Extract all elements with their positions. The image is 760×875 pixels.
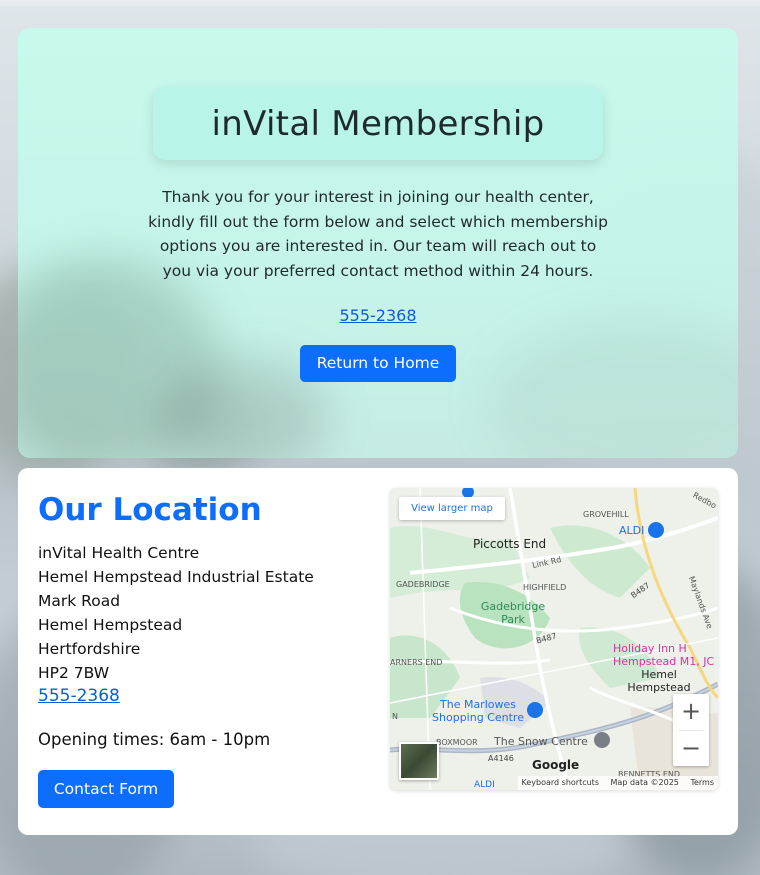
map-label: ALDI [619, 524, 645, 537]
keyboard-shortcuts-link[interactable]: Keyboard shortcuts [522, 778, 599, 787]
google-logo: Google [532, 758, 580, 772]
hero-phone-link[interactable]: 555-2368 [339, 306, 416, 325]
address-line: HP2 7BW [38, 664, 110, 682]
embedded-map[interactable]: GROVEHILL Redbo ALDI Piccotts End Link R… [390, 488, 718, 790]
return-home-button[interactable]: Return to Home [300, 345, 456, 382]
map-label: A4146 [488, 754, 514, 763]
address-line: inVital Health Centre [38, 544, 200, 562]
map-data-text: Map data ©2025 [610, 778, 679, 787]
title-card: inVital Membership [153, 87, 603, 160]
address-line: Hertfordshire [38, 640, 141, 658]
map-label: Holiday Inn H Hempstead M1, JC [613, 642, 715, 668]
map-label: ALDI [474, 780, 495, 790]
zoom-out-button[interactable]: − [673, 731, 709, 767]
intro-text: Thank you for your interest in joining o… [148, 188, 608, 280]
map-label: The Marlowes Shopping Centre [432, 698, 524, 724]
opening-times: Opening times: 6am - 10pm [38, 730, 271, 749]
address-line: Hemel Hempstead [38, 616, 183, 634]
view-larger-map-link[interactable]: View larger map [399, 497, 505, 520]
membership-hero: inVital Membership Thank you for your in… [18, 28, 738, 458]
map-zoom-control: + − [673, 694, 709, 766]
address-line: Mark Road [38, 592, 121, 610]
zoom-in-button[interactable]: + [673, 694, 709, 730]
map-label: N [392, 712, 398, 721]
location-phone-link[interactable]: 555-2368 [38, 686, 120, 706]
map-label: GROVEHILL [583, 510, 629, 519]
address: inVital Health Centre Hemel Hempstead In… [38, 541, 314, 685]
address-line: Hemel Hempstead Industrial Estate [38, 568, 314, 586]
map-label: The Snow Centre [494, 735, 588, 748]
contact-form-button[interactable]: Contact Form [38, 770, 174, 808]
satellite-toggle[interactable] [399, 742, 439, 780]
map-label: Hemel Hempstead [627, 668, 691, 694]
map-label: ARNERS END [390, 658, 443, 667]
map-label: HIGHFIELD [523, 583, 567, 592]
page-title: inVital Membership [211, 103, 545, 144]
location-card: Our Location inVital Health Centre Hemel… [18, 468, 738, 835]
map-label: BOXMOOR [436, 738, 478, 747]
terms-link[interactable]: Terms [690, 778, 714, 787]
map-label: Gadebridge Park [480, 600, 546, 626]
map-label: GADEBRIDGE [396, 580, 450, 589]
location-heading: Our Location [38, 492, 262, 528]
map-label: Piccotts End [473, 537, 547, 551]
map-attribution: Keyboard shortcuts Map data ©2025 Terms [517, 776, 718, 790]
